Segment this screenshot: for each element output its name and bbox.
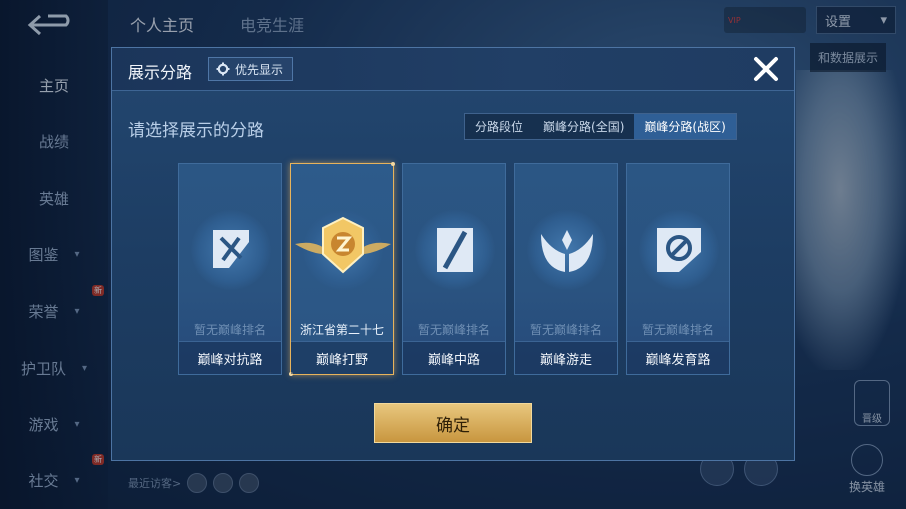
card-lane-name: 巅峰发育路 <box>627 341 729 374</box>
card-lane-name: 巅峰对抗路 <box>179 341 281 374</box>
lane-card-mid[interactable]: 暂无巅峰排名 巅峰中路 <box>402 163 506 375</box>
lane-card-top[interactable]: 暂无巅峰排名 巅峰对抗路 <box>178 163 282 375</box>
card-rank-text: 暂无巅峰排名 <box>417 323 490 337</box>
priority-display-label: 优先显示 <box>235 62 284 77</box>
gear-icon <box>216 62 230 76</box>
gold-rank-badge-icon <box>295 216 391 274</box>
card-lane-name: 巅峰打野 <box>291 341 393 374</box>
tab-peak-lane-region[interactable]: 巅峰分路(战区) <box>634 114 736 139</box>
tab-lane-rank[interactable]: 分路段位 <box>465 114 534 139</box>
lane-card-adc[interactable]: 暂无巅峰排名 巅峰发育路 <box>626 163 730 375</box>
corner-dot <box>391 162 395 166</box>
tab-peak-lane-national[interactable]: 巅峰分路(全国) <box>533 114 635 139</box>
lane-display-dialog: 展示分路 优先显示 请选择展示的分路 分路段位 巅峰分路(全国) 巅峰分路(战区… <box>111 47 795 461</box>
dialog-title: 展示分路 <box>128 63 193 82</box>
close-icon[interactable] <box>750 53 782 85</box>
support-wings-icon <box>541 230 593 272</box>
sword-lane-icon <box>213 230 249 268</box>
card-lane-name: 巅峰中路 <box>403 341 505 374</box>
lane-card-support[interactable]: 暂无巅峰排名 巅峰游走 <box>514 163 618 375</box>
card-rank-text: 暂无巅峰排名 <box>193 323 266 337</box>
confirm-button[interactable]: 确定 <box>374 403 532 443</box>
card-rank-text: 浙江省第二十七 <box>299 323 384 337</box>
dialog-subtitle: 请选择展示的分路 <box>128 121 264 141</box>
lane-card-list: 暂无巅峰排名 巅峰对抗路 浙江省第二十七 巅峰打野 暂无巅峰排名 巅峰中路 暂无… <box>178 162 730 376</box>
adc-lane-icon <box>657 228 701 272</box>
card-lane-name: 巅峰游走 <box>515 341 617 374</box>
card-rank-text: 暂无巅峰排名 <box>641 323 714 337</box>
priority-display-button[interactable]: 优先显示 <box>208 57 294 81</box>
dialog-header: 展示分路 优先显示 <box>112 48 794 91</box>
lane-card-jungle[interactable]: 浙江省第二十七 巅峰打野 <box>289 162 395 376</box>
card-rank-text: 暂无巅峰排名 <box>529 323 602 337</box>
lane-source-tabs: 分路段位 巅峰分路(全国) 巅峰分路(战区) <box>464 113 737 140</box>
mid-lane-icon <box>437 228 473 272</box>
